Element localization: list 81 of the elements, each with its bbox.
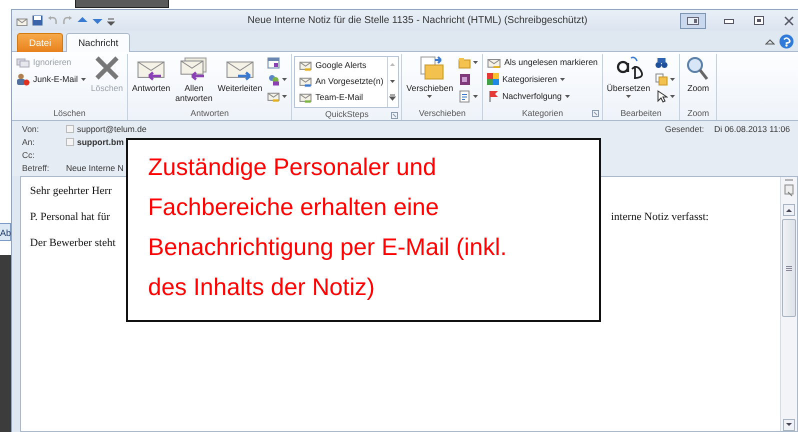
translate-icon xyxy=(614,55,643,81)
save-icon[interactable] xyxy=(32,15,43,26)
caret-icon xyxy=(473,94,478,98)
caret-icon xyxy=(473,60,478,64)
caret-icon xyxy=(564,94,570,98)
caret-icon xyxy=(670,94,676,98)
ribbon-button[interactable]: Verschieben xyxy=(404,54,456,99)
group-label: Kategorien xyxy=(522,108,564,118)
delete-icon xyxy=(92,55,121,81)
cursor-icon xyxy=(655,90,668,102)
scroll-thumb[interactable] xyxy=(782,219,796,317)
caret-icon xyxy=(282,94,288,98)
envelope-icon xyxy=(299,75,312,87)
dialog-launcher-icon[interactable] xyxy=(391,112,398,119)
quickstep-item[interactable]: An Vorgesetzte(n) xyxy=(297,73,386,89)
quickstep-item[interactable]: Team-E-Mail xyxy=(297,89,386,105)
folder-icon xyxy=(458,56,472,68)
flag-icon xyxy=(487,90,500,102)
envelope-icon xyxy=(299,91,312,103)
collapse-ribbon-icon[interactable] xyxy=(765,38,775,46)
field-label: Cc: xyxy=(22,150,36,160)
dialog-launcher-icon[interactable] xyxy=(592,110,599,117)
caret-icon xyxy=(80,78,86,80)
group-label: Verschieben xyxy=(418,108,466,118)
message-text: interne Notiz verfasst: xyxy=(611,211,709,223)
ribbon-button[interactable]: Kategorisieren xyxy=(485,71,600,87)
close-icon[interactable] xyxy=(784,16,794,26)
field-label: An: xyxy=(22,136,36,146)
field-label: Betreff: xyxy=(22,162,50,172)
envelope-icon xyxy=(299,59,312,71)
window-mode-icon[interactable] xyxy=(680,12,706,28)
notebook-icon xyxy=(458,72,472,86)
group-label: Antworten xyxy=(190,108,229,118)
caret-icon xyxy=(560,78,566,80)
background-button[interactable]: Ab xyxy=(0,223,11,241)
field-value: support.bm xyxy=(77,136,124,146)
ribbon-button[interactable]: Weiterleiten xyxy=(216,54,264,94)
caret-icon xyxy=(427,95,432,98)
callout-text: Zuständige Personaler und Fachbereiche erhalten eine Benachrichtigung per E-Mail (inkl. des Inhalts der Notiz) xyxy=(148,153,508,303)
calendar-icon xyxy=(267,56,280,68)
category-icon xyxy=(487,73,500,85)
group-label: Zoom xyxy=(687,108,710,118)
ribbon-button[interactable]: Allen antworten xyxy=(173,54,215,104)
ribbon-button[interactable]: Übersetzen xyxy=(604,54,652,99)
minimize-icon[interactable] xyxy=(724,18,734,24)
customize-icon[interactable] xyxy=(107,16,115,26)
caret-icon xyxy=(626,95,632,98)
window-title: Neue Interne Notiz für die Stelle 1135 - Nachricht (HTML) (Schreibgeschützt) xyxy=(246,15,588,26)
envelope-icon xyxy=(487,56,502,68)
group-label: QuickSteps xyxy=(325,109,369,119)
maximize-icon[interactable] xyxy=(754,16,764,25)
person-block-icon xyxy=(16,72,30,86)
document-icon xyxy=(458,90,472,102)
mail-icon[interactable] xyxy=(16,16,28,26)
ribbon-tab[interactable]: Nachricht xyxy=(66,33,130,52)
scroll-down-icon[interactable] xyxy=(783,419,795,431)
field-label: Von: xyxy=(22,124,40,134)
ribbon-button[interactable]: Antworten xyxy=(130,54,172,94)
caret-icon xyxy=(282,78,288,80)
message-text: Der Bewerber steht xyxy=(30,237,117,249)
caret-icon xyxy=(670,78,676,80)
ribbon-button[interactable]: Junk-E-Mail xyxy=(14,71,88,87)
sent-date: Di 06.08.2013 11:06 xyxy=(714,124,790,134)
field-value: support@telum.de xyxy=(77,124,147,134)
field-label: Gesendet: xyxy=(664,124,704,134)
ribbon-button[interactable]: Als ungelesen markieren xyxy=(485,54,600,70)
ribbon-button[interactable]: Zoom xyxy=(682,54,714,94)
quickstep-item[interactable]: Google Alerts xyxy=(297,57,386,73)
group-label: Bearbeiten xyxy=(620,108,662,118)
envelopes-arrow-icon xyxy=(180,55,208,81)
envelopes-icon xyxy=(16,56,30,68)
ribbon-button[interactable]: Nachverfolgung xyxy=(485,88,600,104)
people-icon xyxy=(267,72,280,86)
scroll-up-icon[interactable] xyxy=(783,204,795,216)
pages-icon xyxy=(655,72,668,86)
message-text: P. Personal hat für xyxy=(30,211,112,223)
binoculars-icon xyxy=(655,56,668,68)
help-icon[interactable] xyxy=(779,34,794,49)
message-text: Sehr geehrter Herr xyxy=(30,185,113,197)
group-label: Löschen xyxy=(53,108,86,118)
field-value: Neue Interne N xyxy=(66,162,124,172)
